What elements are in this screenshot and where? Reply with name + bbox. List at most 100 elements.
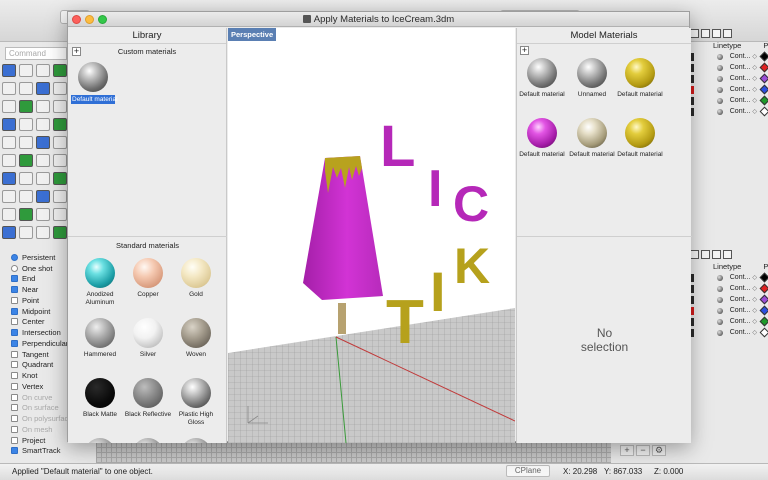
standard-material-woven[interactable]: Woven	[172, 318, 220, 359]
layer-row[interactable]: Cont... ◇	[690, 283, 768, 294]
tool-icon[interactable]	[19, 82, 33, 95]
osnap-smarttrack[interactable]: SmartTrack	[11, 446, 70, 457]
layer-row[interactable]: Cont... ◇	[690, 316, 768, 327]
tool-icon[interactable]	[19, 208, 33, 221]
layer-color-icon[interactable]	[759, 305, 768, 316]
osnap-on-mesh[interactable]: On mesh	[11, 424, 70, 435]
layer-color-icon[interactable]	[759, 95, 768, 106]
layer-color-icon[interactable]	[759, 327, 768, 338]
viewport-label[interactable]: Perspective	[228, 28, 277, 41]
osnap-perpendicular[interactable]: Perpendicular	[11, 338, 70, 349]
tool-icon[interactable]	[53, 172, 67, 185]
checkbox[interactable]	[11, 361, 18, 369]
tool-icon[interactable]	[53, 118, 67, 131]
osnap-tangent[interactable]: Tangent	[11, 349, 70, 360]
osnap-near[interactable]: Near	[11, 284, 70, 295]
model-material-item[interactable]: Unnamed	[568, 58, 616, 99]
standard-material-gold[interactable]: Gold	[172, 258, 220, 299]
osnap-quadrant[interactable]: Quadrant	[11, 360, 70, 371]
tool-icon[interactable]	[36, 172, 50, 185]
standard-material-blackreflective[interactable]: Black Reflective	[124, 378, 172, 419]
tool-icon[interactable]	[36, 154, 50, 167]
osnap-on-polysurface[interactable]: On polysurface	[11, 413, 72, 424]
tool-icon[interactable]	[19, 226, 33, 239]
layer-color-icon[interactable]	[759, 316, 768, 327]
tool-icon[interactable]	[53, 82, 67, 95]
stepper-icon[interactable]: ◇	[752, 64, 757, 71]
tool-icon[interactable]	[53, 64, 67, 77]
layer-row[interactable]: Cont... ◇	[690, 305, 768, 316]
window-icon[interactable]	[723, 29, 732, 38]
stepper-icon[interactable]: ◇	[752, 285, 757, 292]
model-material-item[interactable]: Default material	[518, 118, 566, 159]
stepper-icon[interactable]: ◇	[752, 53, 757, 60]
standard-material-plasticgloss[interactable]: Plastic High Gloss	[172, 378, 220, 427]
tool-icon[interactable]	[2, 154, 16, 167]
layer-color-icon[interactable]	[759, 272, 768, 283]
osnap-point[interactable]: Point	[11, 295, 70, 306]
tool-icon[interactable]	[19, 172, 33, 185]
standard-material-partial[interactable]	[76, 438, 124, 443]
checkbox[interactable]	[11, 447, 18, 455]
layer-row[interactable]: Cont... ◇	[690, 95, 768, 106]
checkbox[interactable]	[11, 329, 18, 337]
tool-icon[interactable]	[2, 64, 16, 77]
layer-color-icon[interactable]	[759, 106, 768, 117]
layers-icon[interactable]	[690, 29, 699, 38]
command-input[interactable]: Command	[5, 47, 67, 60]
osnap-midpoint[interactable]: Midpoint	[11, 306, 70, 317]
tool-icon[interactable]	[53, 190, 67, 203]
standard-material-partial[interactable]	[172, 438, 220, 443]
remove-layer-button[interactable]: −	[636, 445, 650, 456]
tool-icon[interactable]	[36, 190, 50, 203]
tool-icon[interactable]	[2, 118, 16, 131]
tool-icon[interactable]	[36, 118, 50, 131]
tool-icon[interactable]	[53, 208, 67, 221]
osnap-end[interactable]: End	[11, 274, 70, 285]
layer-row[interactable]: Cont... ◇	[690, 294, 768, 305]
standard-material-silver[interactable]: Silver	[124, 318, 172, 359]
tool-icon[interactable]	[53, 226, 67, 239]
tool-icon[interactable]	[2, 172, 16, 185]
osnap-knot[interactable]: Knot	[11, 370, 70, 381]
tool-icon[interactable]	[19, 154, 33, 167]
cplane-selector[interactable]: CPlane	[506, 465, 550, 477]
stepper-icon[interactable]: ◇	[752, 296, 757, 303]
stepper-icon[interactable]: ◇	[752, 75, 757, 82]
tool-icon[interactable]	[19, 136, 33, 149]
osnap-persistent[interactable]: Persistent	[11, 252, 70, 263]
tool-icon[interactable]	[19, 118, 33, 131]
tool-icon[interactable]	[19, 64, 33, 77]
perspective-viewport[interactable]: L I C T I K Perspective	[228, 28, 515, 443]
layer-color-icon[interactable]	[759, 283, 768, 294]
checkbox[interactable]	[11, 296, 18, 304]
model-material-item[interactable]: Default material	[518, 58, 566, 99]
tool-icon[interactable]	[53, 136, 67, 149]
layer-row[interactable]: Cont... ◇	[690, 51, 768, 62]
display-icon[interactable]	[712, 250, 721, 259]
tool-icon[interactable]	[53, 100, 67, 113]
osnap-intersection[interactable]: Intersection	[11, 327, 70, 338]
radio-button[interactable]	[11, 253, 18, 261]
checkbox[interactable]	[11, 350, 18, 358]
layer-color-icon[interactable]	[759, 84, 768, 95]
tool-icon[interactable]	[36, 226, 50, 239]
layer-row[interactable]: Cont... ◇	[690, 84, 768, 95]
stepper-icon[interactable]: ◇	[752, 86, 757, 93]
tool-icon[interactable]	[53, 154, 67, 167]
layer-row[interactable]: Cont... ◇	[690, 327, 768, 338]
tool-icon[interactable]	[2, 190, 16, 203]
tool-icon[interactable]	[2, 100, 16, 113]
stepper-icon[interactable]: ◇	[752, 274, 757, 281]
model-material-item[interactable]: Default material	[568, 118, 616, 159]
add-model-material-button[interactable]: +	[520, 46, 529, 55]
checkbox[interactable]	[11, 382, 18, 390]
tool-icon[interactable]	[36, 136, 50, 149]
tool-icon[interactable]	[36, 100, 50, 113]
tool-icon[interactable]	[2, 226, 16, 239]
osnap-vertex[interactable]: Vertex	[11, 381, 70, 392]
add-layer-button[interactable]: +	[620, 445, 634, 456]
window-icon[interactable]	[723, 250, 732, 259]
checkbox[interactable]	[11, 436, 18, 444]
checkbox[interactable]	[11, 307, 18, 315]
